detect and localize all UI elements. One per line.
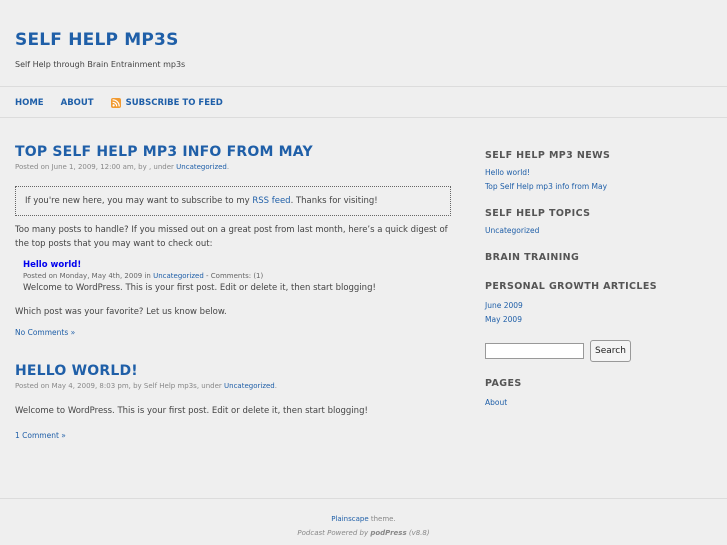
notice-text-after: . Thanks for visiting! xyxy=(290,196,378,206)
comments-link[interactable]: 1 Comment » xyxy=(15,431,451,440)
footer-podcast-credit: Podcast Powered by podPress (v8.8) xyxy=(0,527,727,540)
digest-comments-count: - Comments: (1) xyxy=(203,272,264,280)
widget-title-brain-training: BRAIN TRAINING xyxy=(485,252,580,263)
post-hello-world: HELLO WORLD! Posted on May 4, 2009, 8:03… xyxy=(15,363,451,440)
nav-about-link[interactable]: ABOUT xyxy=(61,98,94,108)
news-item-top-self-help[interactable]: Top Self Help mp3 info from May xyxy=(485,180,715,194)
post-top-self-help: TOP SELF HELP MP3 INFO FROM MAY Posted o… xyxy=(15,144,451,337)
podcast-prefix: Podcast Powered by xyxy=(297,529,371,537)
sidebar: SELF HELP MP3 NEWS Hello world! Top Self… xyxy=(485,150,715,410)
pages-list: About xyxy=(485,396,715,410)
post-category-link[interactable]: Uncategorized xyxy=(176,163,227,171)
site-title[interactable]: SELF HELP MP3S xyxy=(15,30,179,50)
search-button[interactable]: Search xyxy=(590,340,631,362)
page-item-about[interactable]: About xyxy=(485,396,715,410)
rss-feed-link[interactable]: RSS feed xyxy=(252,196,290,206)
header-divider xyxy=(0,86,727,87)
post-meta-text: Posted on May 4, 2009, 8:03 pm, by Self … xyxy=(15,382,225,390)
topics-list: Uncategorized xyxy=(485,224,715,238)
archive-item-may-2009[interactable]: May 2009 xyxy=(485,313,715,327)
archive-item-june-2009[interactable]: June 2009 xyxy=(485,299,715,313)
post-closing: Which post was your favorite? Let us kno… xyxy=(15,307,227,317)
digest-meta-text: Posted on Monday, May 4th, 2009 in xyxy=(23,272,154,280)
post-meta-period: . xyxy=(226,163,230,171)
digest-category-link[interactable]: Uncategorized xyxy=(153,272,204,280)
theme-suffix: theme. xyxy=(368,515,396,523)
post-intro: Too many posts to handle? If you missed … xyxy=(15,225,448,249)
widget-title-articles: PERSONAL GROWTH ARTICLES xyxy=(485,281,657,292)
widget-title-pages: PAGES xyxy=(485,378,522,389)
rss-icon xyxy=(110,98,121,108)
post-meta-text: Posted on June 1, 2009, 12:00 am, by , u… xyxy=(15,163,177,171)
no-comments-link[interactable]: No Comments » xyxy=(15,328,451,337)
nav-divider xyxy=(0,117,727,118)
news-list: Hello world! Top Self Help mp3 info from… xyxy=(485,166,715,194)
podpress-version: (v8.8) xyxy=(406,529,430,537)
nav-subscribe-link[interactable]: SUBSCRIBE TO FEED xyxy=(110,98,223,108)
post-meta-period: . xyxy=(274,382,277,390)
nav-home-link[interactable]: HOME xyxy=(15,98,44,108)
notice-text-before: If you're new here, you may want to subs… xyxy=(25,196,253,206)
rss-notice: If you're new here, you may want to subs… xyxy=(15,186,451,216)
footer: Plainscape theme. Podcast Powered by pod… xyxy=(0,513,727,540)
search-input[interactable] xyxy=(485,343,584,359)
post-body: Welcome to WordPress. This is your first… xyxy=(15,406,368,416)
digest-meta: Posted on Monday, May 4th, 2009 in Uncat… xyxy=(23,272,451,280)
nav-subscribe-label: SUBSCRIBE TO FEED xyxy=(125,98,223,108)
main-nav: HOME ABOUT SUBSCRIBE TO FEED xyxy=(15,98,223,108)
digest-title-link[interactable]: Hello world! xyxy=(23,260,451,270)
widget-title-news: SELF HELP MP3 NEWS xyxy=(485,150,611,161)
site-tagline: Self Help through Brain Entrainment mp3s xyxy=(15,60,186,69)
podpress-link[interactable]: podPress xyxy=(370,529,406,537)
widget-title-topics: SELF HELP TOPICS xyxy=(485,208,591,219)
post-title[interactable]: HELLO WORLD! xyxy=(15,363,451,379)
topic-item-uncategorized[interactable]: Uncategorized xyxy=(485,224,715,238)
archives-list: June 2009 May 2009 xyxy=(485,299,715,327)
search-form: Search xyxy=(485,340,715,362)
footer-divider xyxy=(0,498,727,499)
theme-link[interactable]: Plainscape xyxy=(331,515,368,523)
main-content: TOP SELF HELP MP3 INFO FROM MAY Posted o… xyxy=(15,144,451,440)
post-category-link[interactable]: Uncategorized xyxy=(224,382,275,390)
post-meta: Posted on May 4, 2009, 8:03 pm, by Self … xyxy=(15,382,451,390)
post-title[interactable]: TOP SELF HELP MP3 INFO FROM MAY xyxy=(15,144,451,160)
news-item-hello-world[interactable]: Hello world! xyxy=(485,166,715,180)
post-meta: Posted on June 1, 2009, 12:00 am, by , u… xyxy=(15,163,451,171)
digest-excerpt: Welcome to WordPress. This is your first… xyxy=(23,283,376,293)
footer-theme-credit: Plainscape theme. xyxy=(0,513,727,526)
digest-item: Hello world! Posted on Monday, May 4th, … xyxy=(23,260,451,295)
